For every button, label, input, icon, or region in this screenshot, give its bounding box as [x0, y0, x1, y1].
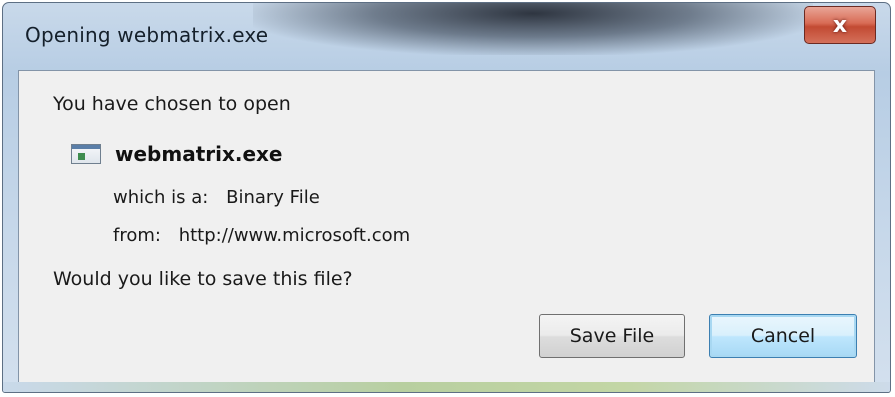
file-source-row: from: http://www.microsoft.com: [113, 225, 410, 246]
cancel-button[interactable]: Cancel: [709, 314, 857, 358]
dialog-content: You have chosen to open webmatrix.exe wh…: [18, 70, 875, 384]
close-button[interactable]: x: [804, 6, 876, 44]
dialog-heading: You have chosen to open: [53, 93, 291, 115]
download-dialog-window: Opening webmatrix.exe x You have chosen …: [2, 2, 891, 393]
window-title: Opening webmatrix.exe: [25, 23, 269, 47]
executable-file-icon: [71, 144, 101, 164]
title-bar[interactable]: Opening webmatrix.exe x: [3, 3, 890, 71]
window-bottom-border: [3, 382, 890, 392]
file-type-row: which is a: Binary File: [113, 187, 320, 208]
save-question: Would you like to save this file?: [53, 268, 353, 290]
file-source-url: http://www.microsoft.com: [178, 225, 411, 246]
close-icon: x: [832, 12, 848, 38]
file-type-value: Binary File: [226, 187, 320, 208]
title-bar-glass: [253, 3, 813, 55]
file-type-label: which is a:: [113, 187, 209, 208]
file-name: webmatrix.exe: [115, 142, 283, 166]
file-row: webmatrix.exe: [71, 142, 283, 166]
save-file-button[interactable]: Save File: [539, 314, 685, 358]
file-source-label: from:: [113, 225, 161, 246]
